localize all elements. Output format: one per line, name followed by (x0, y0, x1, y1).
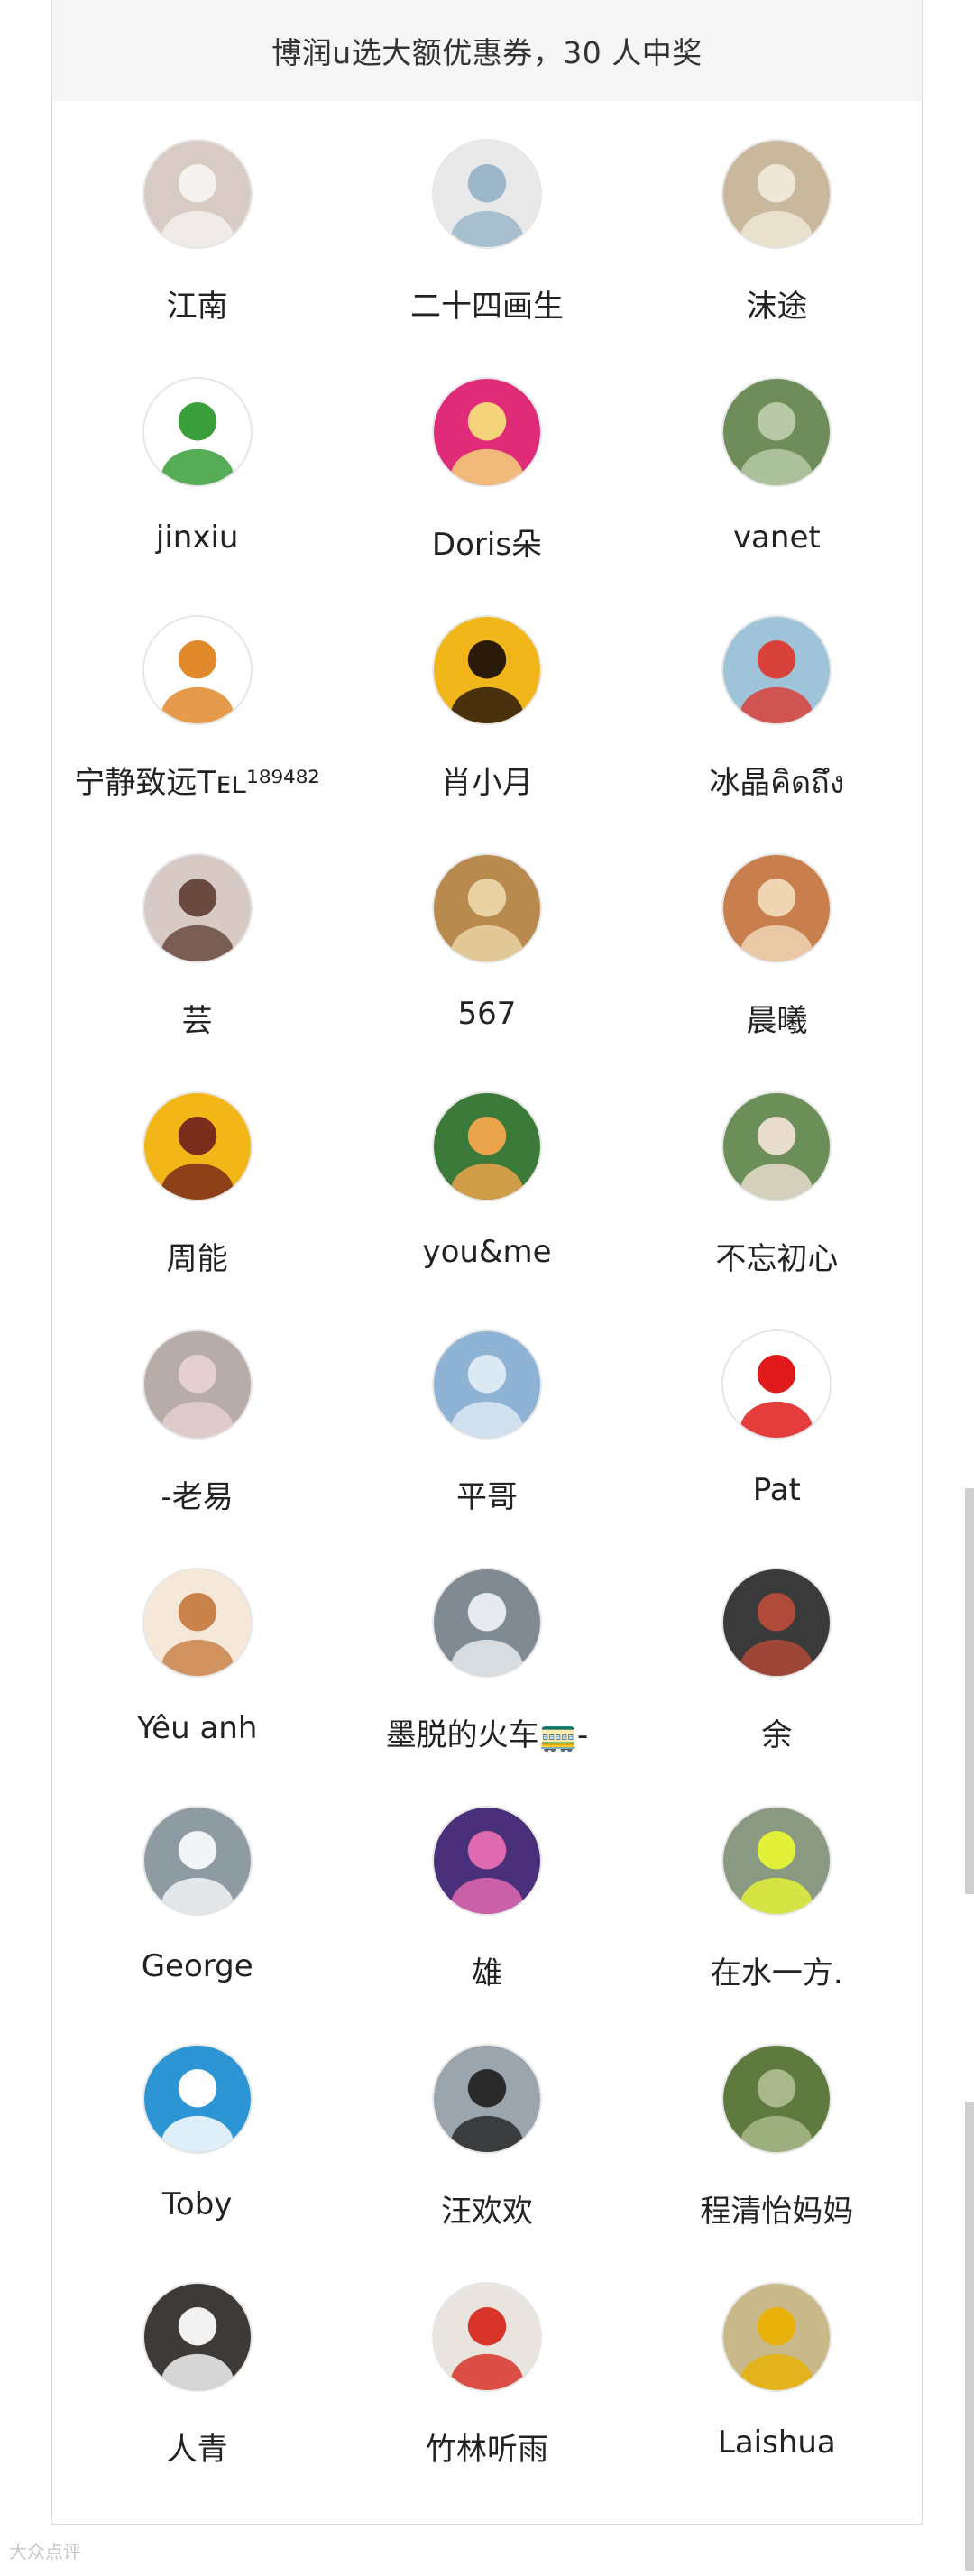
winner-item[interactable]: 不忘初心 (632, 1091, 922, 1329)
winner-item[interactable]: 冰晶คิดถึง (632, 615, 922, 853)
winner-item[interactable]: 在水一方. (632, 1806, 922, 2044)
winner-item[interactable]: George (52, 1806, 342, 2044)
winner-item[interactable]: you&me (342, 1091, 631, 1329)
sea-avatar-icon[interactable] (431, 1329, 542, 1440)
winner-item[interactable]: 雄 (342, 1806, 631, 2044)
winner-name: 芸 (181, 1003, 213, 1039)
photo-avatar-icon[interactable] (721, 615, 832, 725)
photo-avatar-icon[interactable] (142, 139, 253, 249)
motorbike-avatar-icon[interactable] (142, 1091, 253, 1201)
scrollbar-thumb-secondary[interactable] (965, 2102, 974, 2571)
winner-item[interactable]: Laishua (632, 2282, 922, 2520)
winner-item[interactable]: Doris朵 (342, 377, 631, 615)
winner-item[interactable]: 宁静致远Tᴇʟ¹⁸⁹⁴⁸² (52, 615, 342, 853)
winner-name: Doris朵 (431, 527, 543, 563)
pig-avatar-icon[interactable] (142, 1329, 253, 1440)
clover-avatar-icon[interactable] (142, 377, 253, 487)
winner-name: 人青 (166, 2432, 228, 2468)
photo-avatar-icon[interactable] (142, 853, 253, 963)
sketch-avatar-icon[interactable] (431, 139, 542, 249)
winner-name: 程清怡妈妈 (700, 2194, 854, 2230)
winner-name: Yêu anh (136, 1710, 258, 1746)
winner-item[interactable]: 芸 (52, 853, 342, 1091)
photo-avatar-icon[interactable] (431, 2044, 542, 2154)
winner-item[interactable]: 程清怡妈妈 (632, 2044, 922, 2282)
cartoon-avatar-icon[interactable] (431, 2282, 542, 2392)
street-avatar-icon[interactable] (431, 1568, 542, 1678)
winner-name: 晨曦 (746, 1003, 808, 1039)
tree-avatar-icon[interactable] (721, 377, 832, 487)
dog-avatar-icon[interactable] (431, 853, 542, 963)
bear-avatar-icon[interactable] (721, 2282, 832, 2392)
winner-item[interactable]: Yêu anh (52, 1568, 342, 1806)
photo-avatar-icon[interactable] (721, 853, 832, 963)
winner-item[interactable]: vanet (632, 377, 922, 615)
rabbit-avatar-icon[interactable] (142, 615, 253, 725)
watermark: 大众点评 (9, 2541, 81, 2562)
winner-name: 余 (761, 1717, 793, 1753)
scrollbar-thumb[interactable] (965, 1488, 974, 1894)
winner-name: Laishua (717, 2424, 836, 2461)
winner-name: 平哥 (455, 1479, 518, 1515)
winner-name: vanet (732, 520, 821, 556)
flower-avatar-icon[interactable] (721, 1329, 832, 1440)
winner-name: 肖小月 (440, 765, 533, 801)
winner-item[interactable]: 567 (342, 853, 631, 1091)
winner-item[interactable]: Pat (632, 1329, 922, 1568)
winner-item[interactable]: 墨脱的火车🚃- (342, 1568, 631, 1806)
winner-name: 沫途 (746, 289, 808, 325)
winner-item[interactable]: 晨曦 (632, 853, 922, 1091)
anime-avatar-icon[interactable] (142, 1568, 253, 1678)
photo-avatar-icon[interactable] (721, 1568, 832, 1678)
winner-item[interactable]: 江南 (52, 139, 342, 377)
cartoon-avatar-icon[interactable] (431, 1091, 542, 1201)
winner-name: 宁静致远Tᴇʟ¹⁸⁹⁴⁸² (74, 765, 320, 801)
winner-item[interactable]: -老易 (52, 1329, 342, 1568)
winner-name: 周能 (166, 1241, 228, 1277)
dog-avatar-icon[interactable] (721, 139, 832, 249)
winner-name: 567 (457, 996, 517, 1032)
winner-name: 江南 (166, 289, 228, 325)
winner-name: 在水一方. (710, 1955, 843, 1992)
cartoon-avatar-icon[interactable] (431, 377, 542, 487)
winner-item[interactable]: 肖小月 (342, 615, 631, 853)
runner-avatar-icon[interactable] (721, 1806, 832, 1916)
winner-item[interactable]: 二十四画生 (342, 139, 631, 377)
winner-item[interactable]: 周能 (52, 1091, 342, 1329)
winner-name: George (141, 1948, 253, 1984)
night-city-avatar-icon[interactable] (431, 1806, 542, 1916)
sunset-avatar-icon[interactable] (431, 615, 542, 725)
winner-name: 竹林听雨 (425, 2432, 548, 2468)
winner-item[interactable]: 汪欢欢 (342, 2044, 631, 2282)
winner-name: you&me (422, 1234, 552, 1270)
winner-name: Pat (752, 1472, 801, 1508)
winner-item[interactable]: 竹林听雨 (342, 2282, 631, 2520)
winner-name: jinxiu (155, 520, 239, 556)
winner-item[interactable]: jinxiu (52, 377, 342, 615)
cloud-avatar-icon[interactable] (142, 2282, 253, 2392)
winner-name: -老易 (161, 1479, 234, 1515)
winner-name: Toby (161, 2186, 233, 2222)
winner-name: 墨脱的火车🚃- (385, 1717, 589, 1753)
winner-name: 汪欢欢 (440, 2194, 533, 2230)
winners-card: 博润u选大额优惠券，30 人中奖 江南 二十四画生 沫途 jinxiu Doris朵 va… (51, 0, 923, 2525)
winner-name: 冰晶คิดถึง (709, 765, 845, 801)
photo-avatar-icon[interactable] (721, 1091, 832, 1201)
winner-name: 雄 (471, 1955, 502, 1992)
winner-item[interactable]: Toby (52, 2044, 342, 2282)
winner-item[interactable]: 沫途 (632, 139, 922, 377)
nature-avatar-icon[interactable] (721, 2044, 832, 2154)
winner-item[interactable]: 人青 (52, 2282, 342, 2520)
winner-item[interactable]: 平哥 (342, 1329, 631, 1568)
winner-name: 不忘初心 (715, 1241, 839, 1277)
surf-avatar-icon[interactable] (142, 2044, 253, 2154)
winners-header: 博润u选大额优惠券，30 人中奖 (52, 0, 922, 101)
winner-name: 二十四画生 (409, 289, 564, 325)
winners-grid: 江南 二十四画生 沫途 jinxiu Doris朵 vanet 宁静致远Tᴇʟ¹⁸⁹⁴⁸² 肖… (52, 101, 922, 2520)
winner-item[interactable]: 余 (632, 1568, 922, 1806)
winners-title: 博润u选大额优惠券，30 人中奖 (271, 35, 703, 70)
mountain-avatar-icon[interactable] (142, 1806, 253, 1916)
